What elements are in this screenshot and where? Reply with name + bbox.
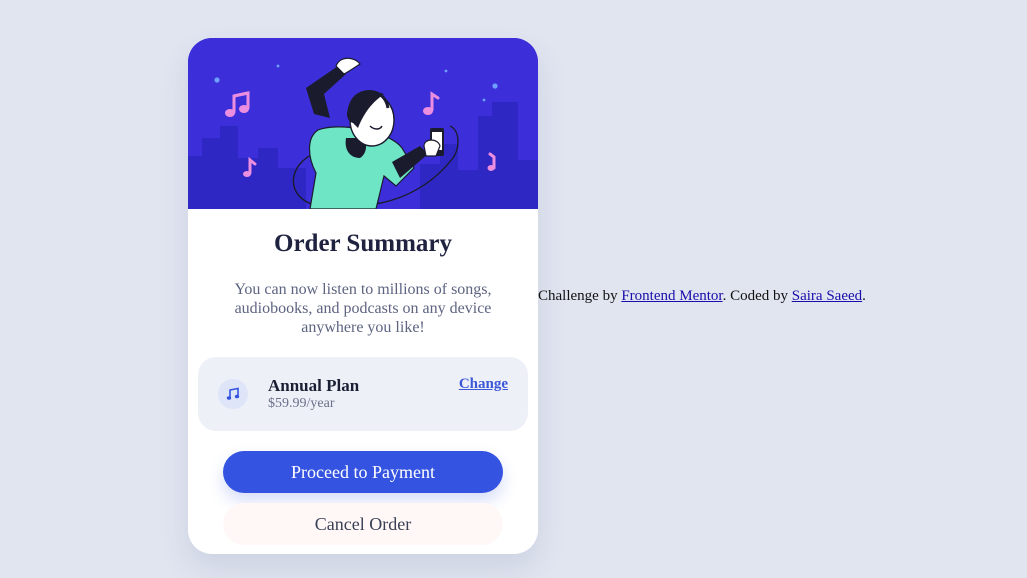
plan-price: $59.99/year — [268, 396, 335, 411]
cancel-order-button[interactable]: Cancel Order — [223, 503, 503, 545]
attribution: Challenge by Frontend Mentor. Coded by S… — [538, 288, 866, 305]
author-link[interactable]: Saira Saeed — [792, 288, 862, 304]
dancing-person-illustration — [188, 38, 538, 209]
order-summary-card: Order Summary You can now listen to mill… — [188, 38, 538, 554]
music-note-icon — [218, 379, 248, 409]
plan-summary-box: Annual Plan $59.99/year Change — [198, 357, 528, 431]
change-plan-link[interactable]: Change — [459, 376, 508, 393]
plan-name: Annual Plan — [268, 376, 360, 395]
proceed-to-payment-button[interactable]: Proceed to Payment — [223, 451, 503, 493]
order-description: You can now listen to millions of songs,… — [234, 281, 492, 336]
attribution-prefix: Challenge by — [538, 288, 622, 304]
attribution-middle: . Coded by — [722, 288, 792, 304]
frontend-mentor-link[interactable]: Frontend Mentor — [621, 288, 722, 304]
page-title: Order Summary — [274, 230, 452, 257]
attribution-suffix: . — [862, 288, 866, 304]
hero-illustration — [188, 38, 538, 209]
